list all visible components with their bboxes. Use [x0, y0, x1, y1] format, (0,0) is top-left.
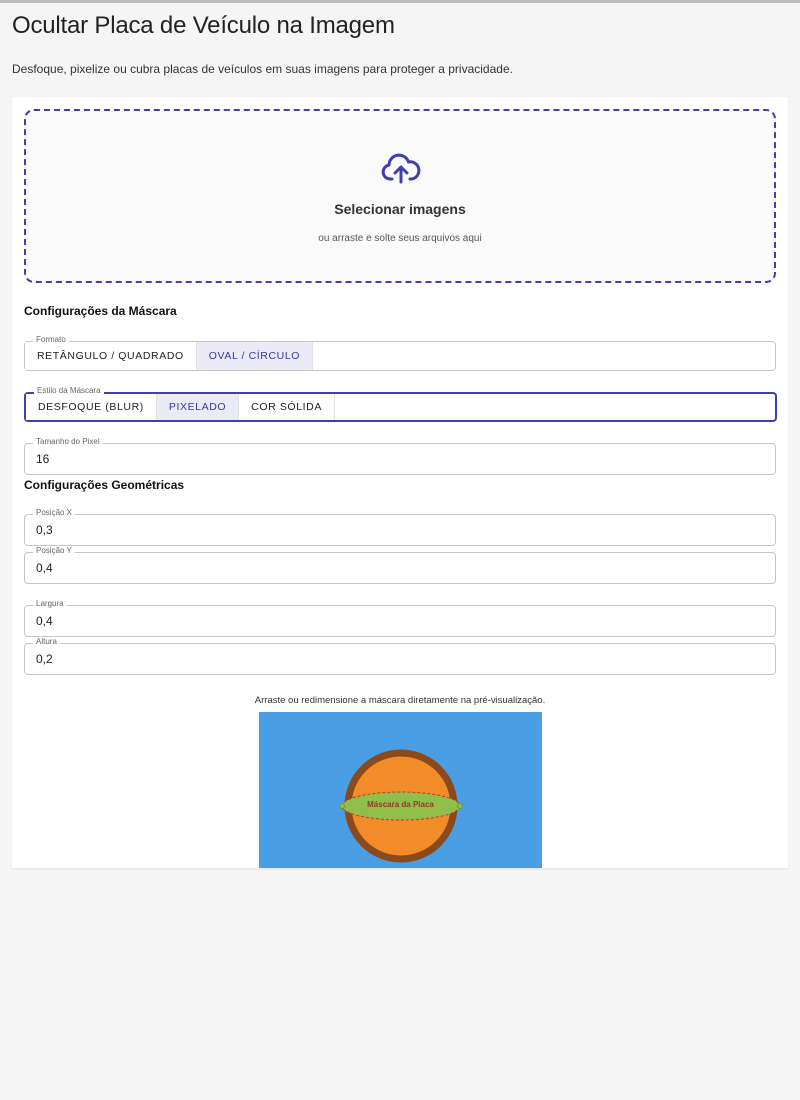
style-option-blur[interactable]: DESFOQUE (BLUR): [26, 394, 157, 420]
upload-dropzone[interactable]: Selecionar imagens ou arraste e solte se…: [24, 109, 776, 283]
cloud-upload-icon: [381, 153, 421, 184]
position-y-field[interactable]: Posição Y 0,4: [24, 546, 776, 584]
style-option-pixelated[interactable]: PIXELADO: [156, 394, 240, 420]
height-legend: Altura: [33, 637, 60, 647]
position-x-value: 0,3: [36, 523, 53, 537]
height-value: 0,2: [36, 652, 53, 666]
format-option-rectangle[interactable]: RETÂNGULO / QUADRADO: [25, 342, 197, 370]
width-legend: Largura: [33, 599, 67, 609]
format-option-oval[interactable]: OVAL / CÍRCULO: [196, 342, 314, 370]
mask-style-group: Estilo da Máscara DESFOQUE (BLUR) PIXELA…: [24, 386, 777, 422]
upload-title: Selecionar imagens: [334, 201, 466, 217]
mask-resize-handle-left[interactable]: [339, 803, 345, 809]
position-y-legend: Posição Y: [33, 546, 75, 556]
width-field[interactable]: Largura 0,4: [24, 599, 776, 637]
page-title: Ocultar Placa de Veículo na Imagem: [12, 12, 395, 39]
top-edge: [0, 0, 800, 3]
mask-resize-handle-right[interactable]: [457, 803, 463, 809]
mask-settings-title: Configurações da Máscara: [24, 304, 177, 318]
preview-hint: Arraste ou redimensione a máscara direta…: [254, 695, 546, 706]
preview-image: [259, 712, 542, 868]
tool-card: Selecionar imagens ou arraste e solte se…: [12, 97, 788, 868]
page-subtitle: Desfoque, pixelize ou cubra placas de ve…: [12, 62, 513, 76]
position-x-legend: Posição X: [33, 508, 76, 518]
image-preview[interactable]: Máscara da Placa: [259, 712, 542, 868]
pixel-size-legend: Tamanho do Pixel: [33, 437, 103, 447]
pixel-size-value: 16: [36, 452, 50, 466]
format-group: Formato RETÂNGULO / QUADRADO OVAL / CÍRC…: [24, 335, 776, 371]
upload-hint: ou arraste e solte seus arquivos aqui: [318, 233, 482, 244]
width-value: 0,4: [36, 614, 53, 628]
height-field[interactable]: Altura 0,2: [24, 637, 776, 675]
style-option-solid-color[interactable]: COR SÓLIDA: [239, 394, 335, 420]
position-x-field[interactable]: Posição X 0,3: [24, 508, 776, 546]
position-y-value: 0,4: [36, 561, 53, 575]
geometry-settings-title: Configurações Geométricas: [24, 478, 185, 492]
pixel-size-field[interactable]: Tamanho do Pixel 16: [24, 437, 776, 475]
